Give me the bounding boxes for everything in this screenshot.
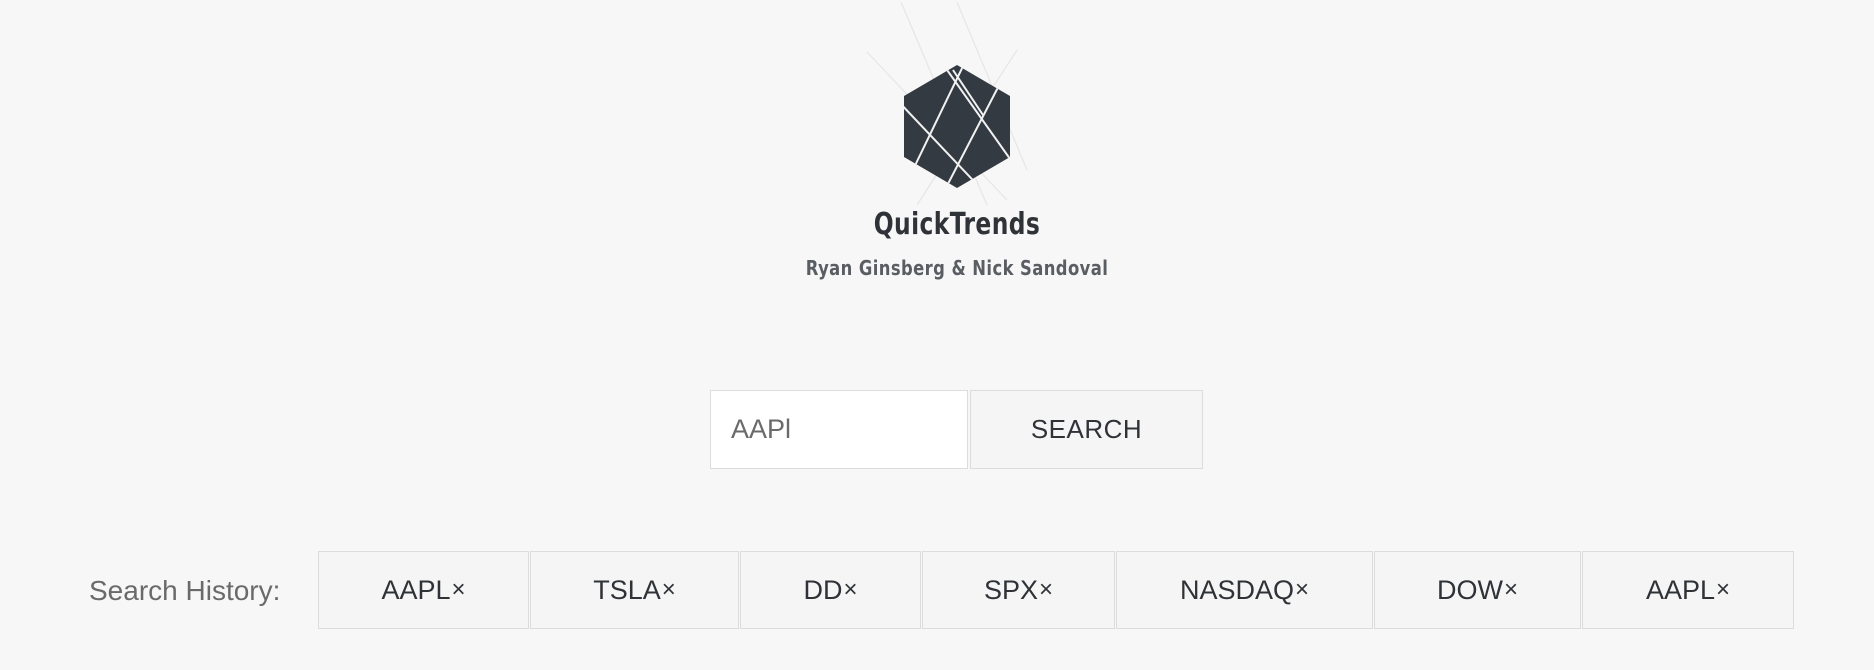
history-item-label: NASDAQ (1179, 574, 1294, 605)
history-item-label: DD (803, 574, 843, 605)
close-icon[interactable]: × (662, 576, 676, 604)
history-item[interactable]: NASDAQ × (1116, 551, 1373, 629)
history-item-label: SPX (983, 574, 1038, 605)
app-title: QuickTrends (873, 207, 1041, 242)
close-icon[interactable]: × (843, 576, 857, 604)
history-item-label: AAPL (1645, 574, 1716, 605)
history-item-label: AAPL (381, 574, 451, 605)
search-input[interactable] (710, 390, 968, 469)
search-history-label: Search History: (89, 575, 281, 606)
history-item[interactable]: SPX × (922, 551, 1115, 629)
history-item-label: DOW (1437, 574, 1503, 605)
hexagon-geometric-logo-icon (866, 1, 1028, 206)
close-icon[interactable]: × (1295, 576, 1309, 604)
close-icon[interactable]: × (1504, 576, 1518, 604)
logo (857, 0, 1057, 210)
history-item-label: TSLA (593, 574, 661, 605)
close-icon[interactable]: × (1039, 576, 1053, 604)
close-icon[interactable]: × (452, 576, 466, 604)
search-button[interactable]: SEARCH (970, 390, 1203, 469)
history-item[interactable]: AAPL × (1582, 551, 1794, 629)
history-item[interactable]: TSLA × (530, 551, 739, 629)
history-item[interactable]: DOW × (1374, 551, 1581, 629)
history-item[interactable]: AAPL × (318, 551, 529, 629)
history-item[interactable]: DD × (740, 551, 921, 629)
close-icon[interactable]: × (1716, 576, 1730, 604)
app-authors: Ryan Ginsberg & Nick Sandoval (805, 256, 1109, 280)
